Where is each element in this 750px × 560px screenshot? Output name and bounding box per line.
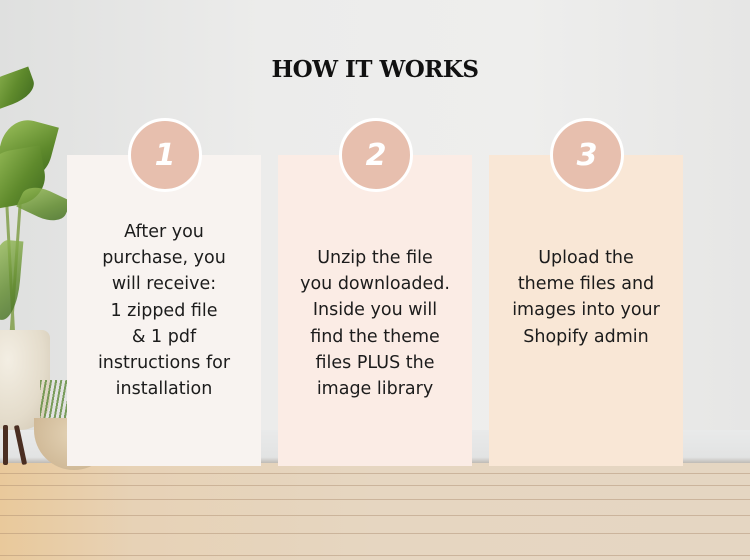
step-card-3: 3 Upload the theme files and images into…	[489, 118, 683, 466]
step-description: Unzip the file you downloaded. Inside yo…	[300, 248, 450, 400]
step-number-badge: 1	[128, 118, 202, 192]
step-card-2: 2 Unzip the file you downloaded. Inside …	[278, 118, 472, 466]
step-number-badge: 2	[339, 118, 413, 192]
step-description: Upload the theme files and images into y…	[512, 248, 660, 347]
page-title: HOW IT WORKS	[271, 56, 479, 83]
step-card-1: 1 After you purchase, you will receive: …	[67, 118, 261, 466]
wooden-floor	[0, 463, 750, 560]
step-description: After you purchase, you will receive: 1 …	[97, 222, 231, 400]
step-number-badge: 3	[550, 118, 624, 192]
